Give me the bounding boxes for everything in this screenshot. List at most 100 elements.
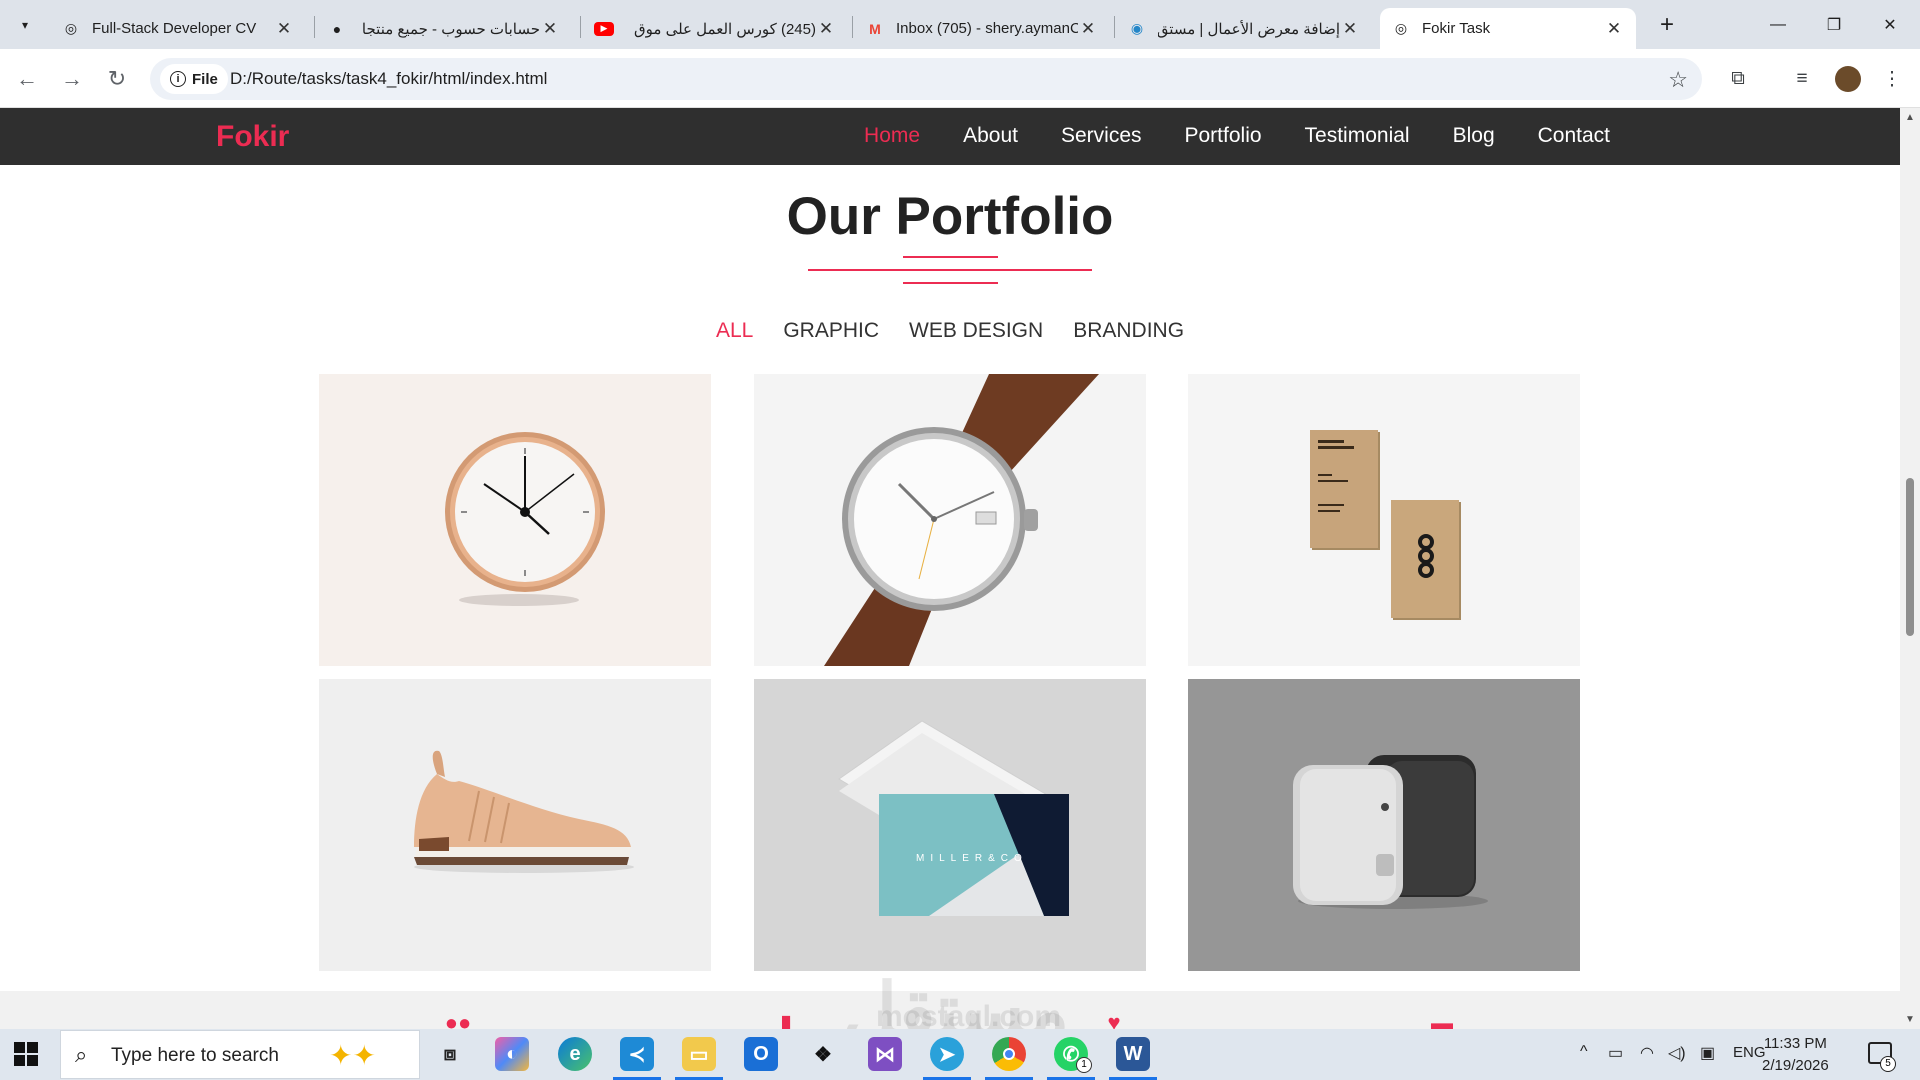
tab-4[interactable]: M Inbox (705) - shery.aymanC ✕ [854,8,1110,49]
task-view-icon[interactable]: ⧈ [433,1037,467,1071]
minimize-button[interactable]: — [1750,0,1806,49]
tab-6-active[interactable]: ◎ Fokir Task ✕ [1380,8,1636,49]
avatar [1835,66,1861,92]
portfolio-item-cards[interactable] [1188,374,1580,666]
millerco-card-text: MILLER&CO [916,853,1028,864]
media-control-icon[interactable]: ≡ [1786,63,1818,95]
close-tab-icon[interactable]: ✕ [274,19,294,39]
nav-menu: Home About Services Portfolio Testimonia… [821,124,1610,148]
filter-branding[interactable]: BRANDING [1073,319,1184,343]
volume-icon[interactable]: ◁) [1668,1043,1686,1063]
close-window-button[interactable]: ✕ [1862,0,1918,49]
scheme-label: File [192,70,218,88]
portfolio-item-sneaker[interactable] [319,679,711,971]
filter-web-design[interactable]: WEB DESIGN [909,319,1043,343]
millerco-cards-image: MILLER&CO [838,720,1069,916]
tab-1[interactable]: ◎ Full-Stack Developer CV ✕ [50,8,306,49]
show-hidden-icons-chevron-icon[interactable]: ^ [1580,1043,1588,1061]
ticket-icon: ▬ [1431,1012,1453,1029]
search-icon: ⌕ [75,1042,88,1067]
document-icon: ▮ [779,1012,793,1029]
close-tab-icon[interactable]: ✕ [816,19,836,39]
site-navbar: Fokir Home About Services Portfolio Test… [0,108,1900,165]
scrollbar-thumb[interactable] [1906,478,1914,636]
url-text[interactable]: D:/Route/tasks/task4_fokir/html/index.ht… [230,69,547,89]
dropbox-app-icon[interactable]: ❖ [806,1037,840,1071]
portfolio-item-millerco[interactable]: MILLER&CO [754,679,1146,971]
portfolio-filters: ALL GRAPHIC WEB DESIGN BRANDING [0,319,1900,343]
nav-about[interactable]: About [963,124,1018,148]
tab-separator [1114,16,1115,38]
section-title: Our Portfolio [786,187,1114,246]
portfolio-item-device[interactable] [1188,679,1580,971]
reload-icon[interactable]: ↻ [100,62,134,96]
language-indicator[interactable]: ENG [1733,1044,1766,1061]
windows-start-icon[interactable] [14,1042,38,1066]
scroll-down-arrow-icon[interactable]: ▼ [1905,1014,1915,1025]
new-tab-button[interactable]: + [1652,10,1682,40]
taskbar-search-placeholder: Type here to search [111,1045,279,1066]
back-arrow-icon[interactable]: ← [10,62,44,96]
tab-search-button[interactable]: ▾ [10,10,40,40]
page-scrollbar[interactable]: ▲ ▼ [1900,108,1920,1029]
nav-contact[interactable]: Contact [1538,124,1610,148]
telegram-app-icon[interactable]: ➤ [930,1037,964,1071]
close-tab-icon[interactable]: ✕ [1078,19,1098,39]
scroll-up-arrow-icon[interactable]: ▲ [1905,112,1915,123]
portfolio-item-clock[interactable] [319,374,711,666]
tab-title: Fokir Task [1422,20,1491,37]
site-info-chip[interactable]: i File [160,64,228,94]
info-icon: i [170,71,186,87]
close-tab-icon[interactable]: ✕ [1340,19,1360,39]
file-explorer-icon[interactable]: ▭ [682,1037,716,1071]
forward-arrow-icon[interactable]: → [55,62,89,96]
filter-all[interactable]: ALL [716,319,753,343]
notification-count-badge: 5 [1880,1056,1896,1072]
close-tab-icon[interactable]: ✕ [1604,19,1624,39]
battery-icon[interactable]: ▭ [1608,1043,1623,1063]
windows-taskbar: ⌕ Type here to search ✦✦ ⧈ ◐ e ≺ ▭ O ❖ ⋈… [0,1029,1920,1080]
tab-separator [314,16,315,38]
address-bar[interactable]: i File D:/Route/tasks/task4_fokir/html/i… [150,58,1702,100]
nav-home[interactable]: Home [864,124,920,148]
globe-icon: ◎ [1394,20,1408,36]
tab-3[interactable]: ▶ (245) كورس العمل على موق ✕ [582,8,848,49]
word-app-icon[interactable]: W [1116,1037,1150,1071]
business-cards-image [1310,430,1461,620]
copilot-app-icon[interactable]: ◐ [495,1037,529,1071]
display-icon[interactable]: ▣ [1700,1043,1715,1063]
profile-avatar[interactable] [1832,63,1864,95]
browser-toolbar: ← → ↻ i File D:/Route/tasks/task4_fokir/… [0,49,1920,108]
tab-title: حسابات حسوب - جميع منتجا [361,20,540,38]
edge-app-icon[interactable]: e [558,1037,592,1071]
tab-5[interactable]: ◉ إضافة معرض الأعمال | مستق ✕ [1116,8,1372,49]
chrome-app-icon[interactable] [992,1037,1026,1071]
tab-title: Full-Stack Developer CV [92,20,257,37]
tab-title: إضافة معرض الأعمال | مستق [1158,20,1340,38]
nav-services[interactable]: Services [1061,124,1142,148]
outlook-app-icon[interactable]: O [744,1037,778,1071]
close-tab-icon[interactable]: ✕ [540,19,560,39]
title-underline [903,282,998,284]
portfolio-item-watch[interactable] [754,374,1146,666]
site-logo[interactable]: Fokir [216,120,289,154]
wifi-icon[interactable]: ◠ [1640,1043,1654,1063]
extensions-icon[interactable]: ⧉ [1722,63,1754,95]
hsoub-icon: ● [332,20,342,37]
browser-tabstrip: ▾ ◎ Full-Stack Developer CV ✕ ● حسابات ح… [0,0,1920,49]
tab-2[interactable]: ● حسابات حسوب - جميع منتجا ✕ [316,8,572,49]
visual-studio-icon[interactable]: ⋈ [868,1037,902,1071]
clock-time: 11:33 PM [1763,1035,1827,1052]
vscode-app-icon[interactable]: ≺ [620,1037,654,1071]
restore-button[interactable]: ❐ [1806,0,1862,49]
filter-graphic[interactable]: GRAPHIC [783,319,879,343]
wrist-watch-image [824,374,1099,666]
bookmark-star-icon[interactable]: ☆ [1668,67,1688,93]
nav-testimonial[interactable]: Testimonial [1305,124,1410,148]
browser-menu-icon[interactable]: ⋮ [1876,63,1908,95]
tab-separator [852,16,853,38]
system-clock[interactable]: 11:33 PM 2/19/2026 [1762,1033,1829,1077]
taskbar-search-box[interactable]: ⌕ Type here to search ✦✦ [60,1030,420,1079]
nav-portfolio[interactable]: Portfolio [1185,124,1262,148]
nav-blog[interactable]: Blog [1453,124,1495,148]
